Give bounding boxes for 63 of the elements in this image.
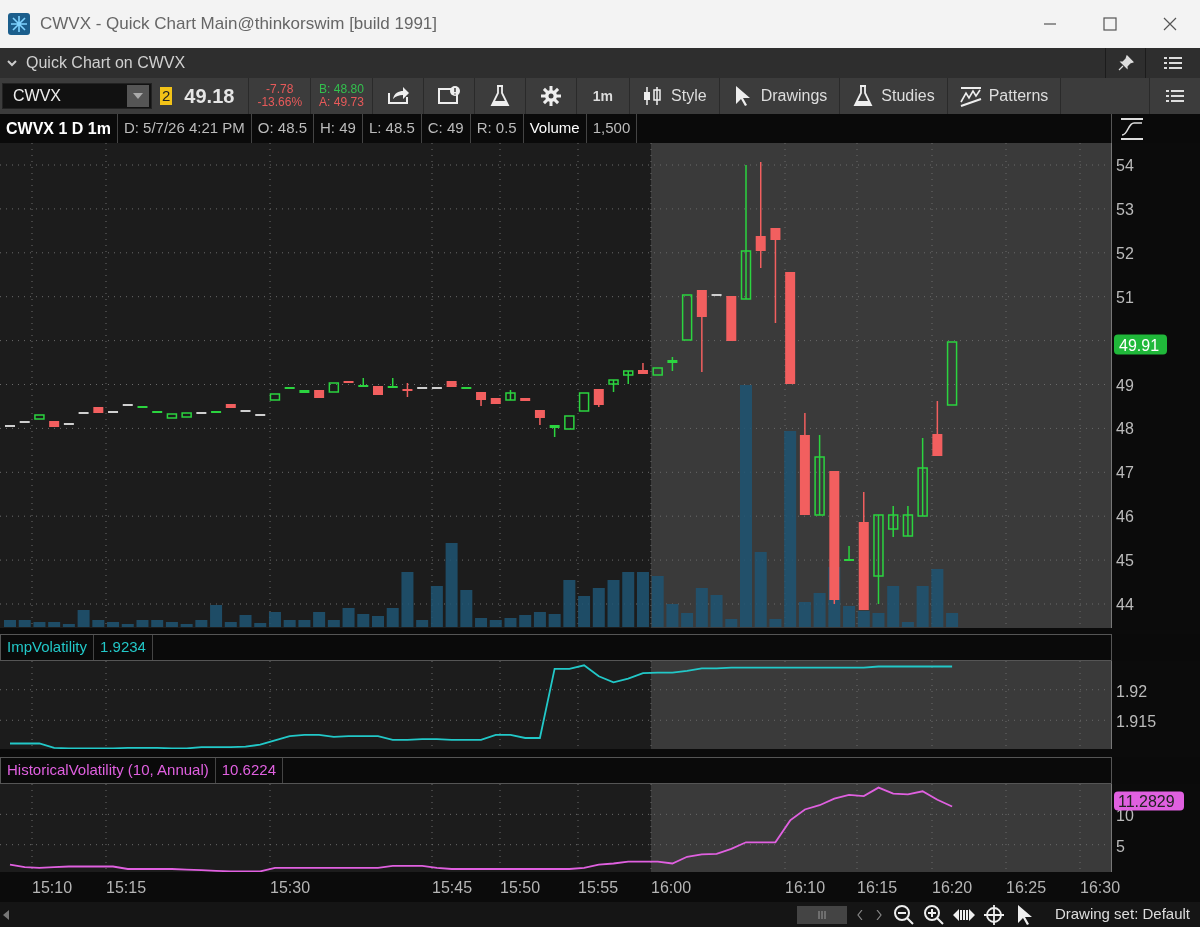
- axis-label: 45: [1116, 552, 1134, 570]
- axis-label: 44: [1116, 596, 1134, 613]
- window-title: CWVX - Quick Chart Main@thinkorswim [build 1991]: [40, 13, 438, 36]
- panel-title: Quick Chart on CWVX: [26, 53, 186, 73]
- pattern-chart-icon: [959, 85, 982, 107]
- dropdown-button[interactable]: [127, 85, 149, 107]
- study-value: 10.6224: [215, 758, 283, 783]
- close-icon: [1163, 17, 1177, 31]
- time-label: 16:25: [1006, 879, 1047, 896]
- scroll-left-icon[interactable]: [3, 909, 9, 920]
- link-group-badge[interactable]: 2: [160, 87, 173, 105]
- axis-label: 53: [1116, 200, 1134, 218]
- menu-icon: [1166, 88, 1184, 104]
- alert-icon: [437, 85, 460, 107]
- axis-label: 52: [1116, 244, 1134, 262]
- axis-label: 49: [1116, 376, 1134, 394]
- time-label: 16:15: [857, 879, 898, 896]
- time-label: 15:15: [106, 879, 147, 896]
- time-label: 16:10: [785, 879, 826, 896]
- share-icon: [386, 85, 409, 107]
- time-label: 16:30: [1080, 879, 1121, 896]
- zoom-in-icon[interactable]: [922, 903, 945, 926]
- net-change: -7.78: [266, 83, 294, 96]
- grip-icon: [816, 910, 827, 919]
- flask-icon: [852, 85, 875, 107]
- study-name: HistoricalVolatility (10, Annual): [1, 758, 216, 783]
- axis-label: 5: [1116, 837, 1125, 855]
- scale-curve-icon[interactable]: [1120, 116, 1144, 141]
- settings-icon: [539, 85, 562, 107]
- ask-price: A: 49.73: [319, 96, 364, 109]
- app-icon: [8, 13, 30, 35]
- time-label: 16:20: [932, 879, 973, 896]
- axis-label: 51: [1116, 288, 1134, 306]
- axis-label: 47: [1116, 464, 1134, 482]
- percent-change: -13.66%: [257, 96, 303, 109]
- axis-label: 1.92: [1116, 682, 1148, 700]
- caret-icon: [133, 93, 143, 99]
- time-label: 15:30: [270, 879, 311, 896]
- last-value-tag: 11.2829: [1114, 791, 1184, 811]
- flask-icon: [488, 85, 511, 107]
- pin-icon: [1117, 55, 1134, 71]
- study-value: 1.9234: [94, 635, 153, 660]
- bid-price: B: 48.80: [319, 83, 364, 96]
- chevron-down-icon[interactable]: [6, 57, 18, 69]
- study-name: ImpVolatility: [1, 635, 95, 660]
- menu-icon: [1164, 55, 1182, 71]
- scrollbar-thumb[interactable]: [796, 905, 847, 924]
- time-label: 16:00: [651, 879, 692, 896]
- last-price: 49.18: [184, 84, 235, 109]
- zoom-out-icon[interactable]: [892, 903, 915, 926]
- drawing-set-label: Drawing set: Default: [1054, 904, 1190, 925]
- axis-label: 46: [1116, 508, 1134, 526]
- time-label: 15:50: [500, 879, 541, 896]
- time-label: 15:55: [578, 879, 619, 896]
- crosshair-icon[interactable]: [982, 903, 1005, 926]
- axis-label: 1.915: [1116, 713, 1157, 731]
- symbol-field[interactable]: CWVX: [2, 83, 152, 109]
- time-label: 15:10: [32, 879, 73, 896]
- time-label: 15:45: [432, 879, 473, 896]
- last-price-tag: 49.91: [1114, 334, 1167, 355]
- axis-label: 54: [1116, 157, 1134, 174]
- maximize-icon: [1103, 17, 1117, 31]
- axis-label: 48: [1116, 420, 1134, 438]
